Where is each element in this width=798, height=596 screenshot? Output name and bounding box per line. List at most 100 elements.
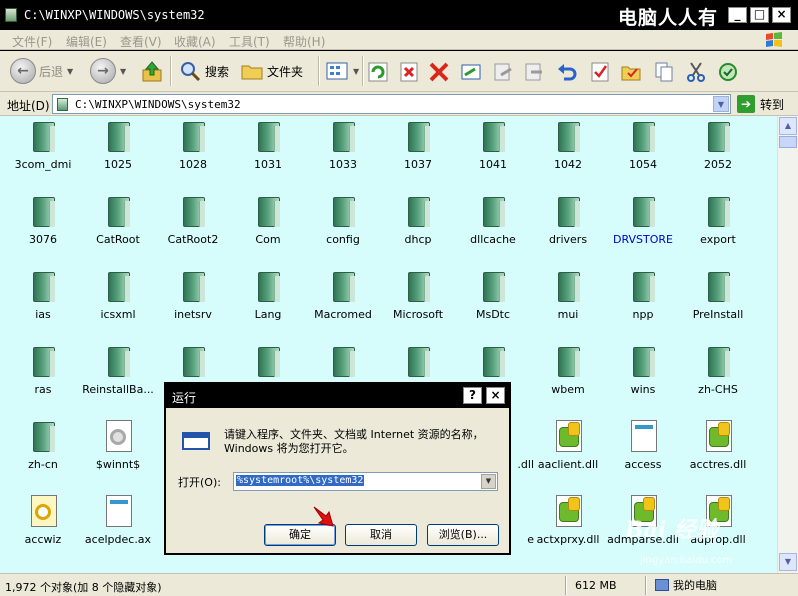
properties-icon[interactable] [588,60,612,84]
move-to-icon[interactable] [522,60,546,84]
file-item[interactable]: 1037 [381,118,455,180]
file-item[interactable]: 2052 [681,118,755,180]
menu-favorites[interactable]: 收藏(A) [174,33,216,50]
file-item[interactable]: 3076 [6,193,80,255]
forward-button[interactable]: → ▼ [90,57,126,85]
file-item[interactable]: dllcache [456,193,530,255]
menu-help[interactable]: 帮助(H) [283,33,325,50]
map-drive-icon[interactable] [459,60,483,84]
file-item[interactable]: Macromed [306,268,380,330]
file-item[interactable]: ReinstallBa... [81,343,155,405]
folders-button[interactable]: 文件夹 [240,57,303,85]
browse-button[interactable]: 浏览(B)... [427,524,499,546]
close-x-icon[interactable] [427,60,451,84]
file-item[interactable]: 1031 [231,118,305,180]
minimize-button[interactable]: _ [728,7,747,23]
chevron-down-icon[interactable]: ▼ [481,474,496,489]
scroll-thumb[interactable] [779,136,797,148]
file-item[interactable]: Microsoft [381,268,455,330]
folder-icon [256,120,280,154]
file-item[interactable]: export [681,193,755,255]
address-input[interactable]: C:\WINXP\WINDOWS\system32 ▼ [52,94,731,114]
file-item[interactable]: access [606,418,680,480]
file-item-label: drivers [548,233,588,246]
file-item[interactable]: 1054 [606,118,680,180]
undo-icon[interactable] [555,60,579,84]
maximize-button[interactable]: □ [750,7,769,23]
chevron-down-icon[interactable]: ▼ [353,67,359,76]
sync-icon[interactable] [716,60,740,84]
file-item[interactable]: MsDtc [456,268,530,330]
menu-file[interactable]: 文件(F) [12,33,52,50]
file-item[interactable]: ias [6,268,80,330]
folders-label: 文件夹 [267,64,304,79]
menu-edit[interactable]: 编辑(E) [66,33,107,50]
open-combobox[interactable]: %systemroot%\system32 ▼ [233,472,498,491]
file-item[interactable]: drivers [531,193,605,255]
file-item[interactable]: accwiz [6,493,80,555]
file-item[interactable]: CatRoot [81,193,155,255]
file-item[interactable]: Lang [231,268,305,330]
folder-icon [106,345,130,379]
file-item[interactable]: aaclient.dll [531,418,605,480]
file-item[interactable]: 1028 [156,118,230,180]
file-item-label: 1028 [179,158,207,171]
file-item[interactable]: zh-CHS [681,343,755,405]
file-item[interactable]: actxprxy.dll [531,493,605,555]
file-item[interactable]: config [306,193,380,255]
chevron-down-icon[interactable]: ▼ [713,96,729,112]
file-item[interactable]: 1033 [306,118,380,180]
my-computer-status: 我的电脑 [655,577,717,593]
menu-tools[interactable]: 工具(T) [229,33,270,50]
file-item-label: Lang [254,308,282,321]
file-item[interactable]: Com [231,193,305,255]
vertical-scrollbar[interactable]: ▲ ▼ [777,116,798,573]
file-item[interactable]: 3com_dmi [6,118,80,180]
back-button[interactable]: ← 后退 ▼ [10,57,73,85]
file-item[interactable]: 1041 [456,118,530,180]
file-item[interactable]: icsxml [81,268,155,330]
folder-icon [631,345,655,379]
menu-view[interactable]: 查看(V) [120,33,162,50]
copy-icon[interactable] [652,60,676,84]
file-item[interactable]: npp [606,268,680,330]
file-item-label: ReinstallBa... [82,383,154,396]
file-item[interactable]: acctres.dll [681,418,755,480]
file-item-label: 2052 [704,158,732,171]
chevron-down-icon[interactable]: ▼ [120,67,126,76]
go-button[interactable]: ➔ 转到 [737,95,784,113]
close-button[interactable]: × [772,7,791,23]
file-item[interactable]: acelpdec.ax [81,493,155,555]
chevron-down-icon[interactable]: ▼ [67,67,73,76]
folder-options-icon[interactable] [619,60,643,84]
delete-doc-icon[interactable] [397,60,421,84]
file-item[interactable]: dhcp [381,193,455,255]
file-item[interactable]: mui [531,268,605,330]
copy-to-icon[interactable] [491,60,515,84]
file-item[interactable]: 1025 [81,118,155,180]
folder-icon [181,270,205,304]
file-item[interactable]: 1042 [531,118,605,180]
search-button[interactable]: 搜索 [178,57,229,85]
open-input-value[interactable]: %systemroot%\system32 [236,475,365,486]
address-value[interactable]: C:\WINXP\WINDOWS\system32 [75,98,241,111]
baidu-watermark-url: jingyan.baidu.com [640,555,733,566]
file-item[interactable]: $winnt$ [81,418,155,480]
file-item[interactable]: wbem [531,343,605,405]
file-item[interactable]: zh-cn [6,418,80,480]
file-item[interactable]: inetsrv [156,268,230,330]
file-item[interactable]: ras [6,343,80,405]
file-item[interactable]: DRVSTORE [606,193,680,255]
up-folder-icon[interactable] [140,60,164,84]
cut-icon[interactable] [684,60,708,84]
help-button[interactable]: ? [463,387,482,404]
dialog-close-button[interactable]: × [486,387,505,404]
file-item[interactable]: PreInstall [681,268,755,330]
file-item[interactable]: CatRoot2 [156,193,230,255]
cancel-button[interactable]: 取消 [345,524,417,546]
refresh-icon[interactable] [366,60,390,84]
file-item[interactable]: wins [606,343,680,405]
scroll-up-icon[interactable]: ▲ [779,117,797,135]
scroll-down-icon[interactable]: ▼ [779,553,797,571]
views-button[interactable]: ▼ [325,57,359,85]
